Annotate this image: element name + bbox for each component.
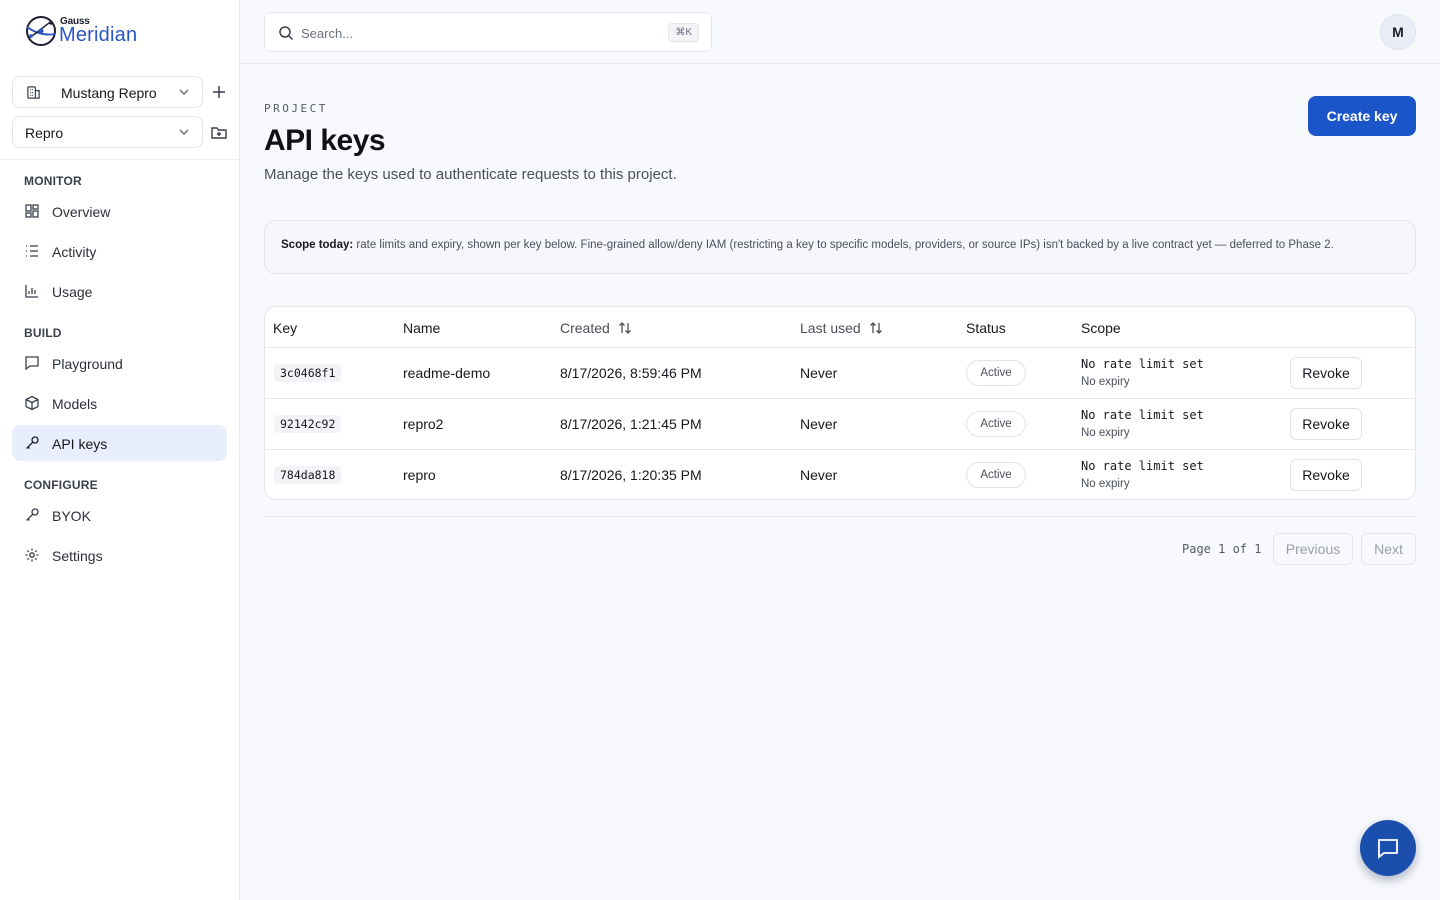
search-box[interactable]: ⌘K: [264, 12, 712, 52]
logo-mark-icon: [26, 16, 56, 46]
column-header-scope: Scope: [1081, 320, 1121, 336]
cube-icon: [25, 395, 39, 411]
org-selector[interactable]: Mustang Repro: [12, 76, 203, 108]
api-keys-table: Key Name Created Last used Status Scope …: [264, 306, 1416, 500]
key-name: repro2: [403, 416, 444, 432]
key-created: 8/17/2026, 1:21:45 PM: [560, 416, 702, 432]
scope-rate-limit: No rate limit set: [1081, 357, 1204, 371]
search-icon: [279, 26, 294, 41]
sidebar-item-settings[interactable]: Settings: [12, 537, 227, 573]
key-icon: [26, 508, 39, 521]
sidebar: Gauss Meridian Mustang Repro Repro MONIT…: [0, 0, 240, 900]
sidebar-item-label: BYOK: [52, 508, 91, 524]
project-selector-value: Repro: [25, 125, 64, 141]
scope-notice: Scope today: rate limits and expiry, sho…: [264, 220, 1416, 274]
revoke-button[interactable]: Revoke: [1290, 408, 1362, 440]
topbar: ⌘K M: [240, 0, 1440, 64]
sidebar-item-label: Playground: [52, 356, 123, 372]
sidebar-item-label: Overview: [52, 204, 111, 220]
status-badge: Active: [966, 462, 1026, 488]
brand-name: Meridian: [59, 24, 138, 46]
page-eyebrow: PROJECT: [264, 102, 328, 115]
column-header-last-used[interactable]: Last used: [800, 320, 883, 336]
key-last-used: Never: [800, 467, 838, 483]
bar-chart-icon: [25, 285, 38, 298]
key-last-used: Never: [800, 365, 838, 381]
column-header-created[interactable]: Created: [560, 320, 632, 336]
table-row: 92142c92 repro2 8/17/2026, 1:21:45 PM Ne…: [265, 398, 1415, 449]
key-id: 92142c92: [274, 415, 342, 433]
logo-text: Gauss Meridian: [59, 14, 169, 48]
sidebar-item-label: Settings: [52, 548, 103, 564]
scope-rate-limit: No rate limit set: [1081, 459, 1204, 473]
key-id: 784da818: [274, 466, 342, 484]
column-header-status: Status: [966, 320, 1006, 336]
page-subtitle: Manage the keys used to authenticate req…: [264, 166, 677, 183]
sidebar-item-activity[interactable]: Activity: [12, 233, 227, 269]
add-org-icon[interactable]: [210, 83, 228, 101]
key-name: readme-demo: [403, 365, 491, 381]
org-selector-value: Mustang Repro: [61, 85, 157, 101]
chat-support-button[interactable]: [1360, 820, 1416, 876]
list-icon: [26, 245, 38, 257]
create-key-button[interactable]: Create key: [1308, 96, 1416, 136]
table-row: 784da818 repro 8/17/2026, 1:20:35 PM Nev…: [265, 449, 1415, 499]
status-badge: Active: [966, 360, 1026, 386]
chevron-down-icon: [179, 129, 189, 136]
page-indicator: Page 1 of 1: [1182, 542, 1262, 556]
sidebar-item-label: Activity: [52, 244, 97, 260]
section-build: BUILD: [24, 326, 62, 340]
table-row: 3c0468f1 readme-demo 8/17/2026, 8:59:46 …: [265, 347, 1415, 398]
key-id: 3c0468f1: [274, 364, 342, 382]
sort-icon: [869, 322, 882, 334]
scope-expiry: No expiry: [1081, 478, 1130, 490]
search-input[interactable]: [301, 22, 661, 44]
sidebar-item-playground[interactable]: Playground: [12, 345, 227, 381]
sidebar-item-label: Usage: [52, 284, 93, 300]
search-shortcut: ⌘K: [668, 23, 699, 42]
previous-page-button[interactable]: Previous: [1273, 533, 1353, 565]
column-header-name: Name: [403, 320, 441, 336]
column-header-key: Key: [273, 320, 298, 336]
key-name: repro: [403, 467, 436, 483]
scope-rate-limit: No rate limit set: [1081, 408, 1204, 422]
section-configure: CONFIGURE: [24, 478, 98, 492]
column-header-label: Created: [560, 320, 610, 336]
pagination-divider: [264, 516, 1416, 517]
next-page-button[interactable]: Next: [1361, 533, 1416, 565]
sidebar-item-label: API keys: [52, 436, 108, 452]
scope-expiry: No expiry: [1081, 376, 1130, 388]
sidebar-divider: [0, 159, 239, 160]
sort-icon: [618, 322, 631, 334]
key-created: 8/17/2026, 8:59:46 PM: [560, 365, 702, 381]
sidebar-item-usage[interactable]: Usage: [12, 273, 227, 309]
sidebar-item-api-keys[interactable]: API keys: [12, 425, 227, 461]
key-last-used: Never: [800, 416, 838, 432]
page-title: API keys: [264, 124, 386, 157]
key-icon: [26, 436, 39, 449]
notice-lead: Scope today:: [281, 239, 354, 251]
sidebar-item-models[interactable]: Models: [12, 385, 227, 421]
building-icon: [27, 86, 40, 99]
sidebar-item-label: Models: [52, 396, 98, 412]
chat-icon: [25, 356, 39, 371]
key-created: 8/17/2026, 1:20:35 PM: [560, 467, 702, 483]
avatar[interactable]: M: [1380, 14, 1416, 50]
logo[interactable]: Gauss Meridian: [24, 14, 169, 48]
revoke-button[interactable]: Revoke: [1290, 357, 1362, 389]
section-monitor: MONITOR: [24, 174, 82, 188]
sidebar-item-byok[interactable]: BYOK: [12, 497, 227, 533]
gear-icon: [25, 548, 39, 562]
revoke-button[interactable]: Revoke: [1290, 459, 1362, 491]
new-folder-icon[interactable]: [210, 123, 228, 141]
chat-bubble-icon: [1378, 839, 1398, 859]
column-header-label: Last used: [800, 320, 861, 336]
sidebar-item-overview[interactable]: Overview: [12, 193, 227, 229]
scope-expiry: No expiry: [1081, 427, 1130, 439]
notice-text: rate limits and expiry, shown per key be…: [353, 239, 1334, 251]
chevron-down-icon: [179, 89, 189, 96]
project-selector[interactable]: Repro: [12, 116, 203, 148]
grid-icon: [25, 204, 39, 218]
status-badge: Active: [966, 411, 1026, 437]
